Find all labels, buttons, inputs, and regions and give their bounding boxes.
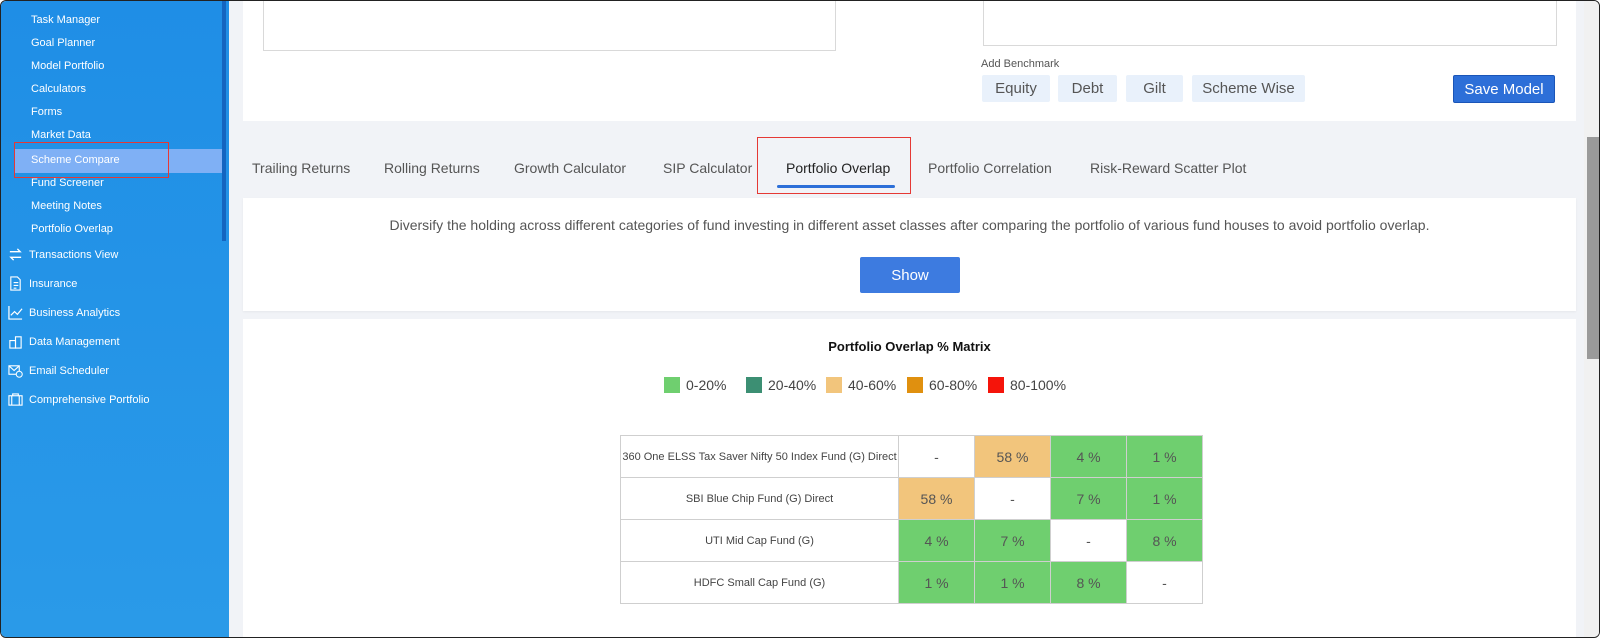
legend-item-60-80: 60-80%: [907, 377, 977, 393]
row-label: UTI Mid Cap Fund (G): [620, 519, 899, 562]
row-label: SBI Blue Chip Fund (G) Direct: [620, 477, 899, 520]
sidebar-item-label: Email Scheduler: [29, 364, 110, 377]
sidebar-item-task-manager[interactable]: Task Manager: [31, 14, 100, 26]
legend-label: 0-20%: [686, 377, 727, 393]
sidebar-item-market-data[interactable]: Market Data: [31, 129, 91, 141]
legend-item-0-20: 0-20%: [664, 377, 726, 393]
tab-trailing-returns[interactable]: Trailing Returns: [252, 160, 350, 176]
highlight-box-scheme-compare: [14, 142, 169, 178]
benchmark-debt-button[interactable]: Debt: [1058, 75, 1117, 102]
sidebar-item-forms[interactable]: Forms: [31, 106, 62, 118]
legend-swatch: [826, 377, 842, 393]
tab-growth-calculator[interactable]: Growth Calculator: [514, 160, 626, 176]
transfer-icon: [9, 248, 22, 261]
row-label: 360 One ELSS Tax Saver Nifty 50 Index Fu…: [620, 435, 899, 478]
matrix-cell: 58 %: [898, 477, 975, 520]
tab-sip-calculator[interactable]: SIP Calculator: [663, 160, 752, 176]
table-row: UTI Mid Cap Fund (G) 4 % 7 % - 8 %: [620, 519, 1203, 562]
sidebar-item-label: Transactions View: [29, 248, 119, 261]
matrix-cell: -: [974, 477, 1051, 520]
show-button[interactable]: Show: [860, 257, 960, 293]
sidebar-item-label: Insurance: [29, 277, 78, 290]
sidebar: Task Manager Goal Planner Model Portfoli…: [1, 1, 229, 637]
matrix-cell: 1 %: [898, 561, 975, 604]
sidebar-item-insurance[interactable]: Insurance: [8, 276, 77, 291]
legend-label: 40-60%: [848, 377, 897, 393]
overlap-matrix-card: Portfolio Overlap % Matrix 0-20% 20-40% …: [243, 319, 1576, 637]
sidebar-item-comprehensive-portfolio[interactable]: Comprehensive Portfolio: [8, 392, 149, 407]
row-label: HDFC Small Cap Fund (G): [620, 561, 899, 604]
sidebar-item-model-portfolio[interactable]: Model Portfolio: [31, 60, 104, 72]
sidebar-item-goal-planner[interactable]: Goal Planner: [31, 37, 95, 49]
matrix-cell: -: [898, 435, 975, 478]
sidebar-item-business-analytics[interactable]: Business Analytics: [8, 305, 120, 320]
app-frame: Task Manager Goal Planner Model Portfoli…: [0, 0, 1600, 638]
document-icon: [10, 276, 21, 291]
overlap-matrix-table: 360 One ELSS Tax Saver Nifty 50 Index Fu…: [620, 435, 1203, 604]
matrix-cell: 7 %: [974, 519, 1051, 562]
matrix-title: Portfolio Overlap % Matrix: [828, 339, 991, 354]
legend-swatch: [746, 377, 762, 393]
add-benchmark-label: Add Benchmark: [981, 58, 1060, 70]
table-row: 360 One ELSS Tax Saver Nifty 50 Index Fu…: [620, 435, 1203, 478]
sidebar-item-label: Data Management: [29, 335, 120, 348]
matrix-cell: 8 %: [1126, 519, 1203, 562]
matrix-cell: 1 %: [1126, 435, 1203, 478]
legend-swatch: [907, 377, 923, 393]
legend-item-80-100: 80-100%: [988, 377, 1066, 393]
overlap-description-card: Diversify the holding across different c…: [243, 198, 1576, 311]
benchmark-scheme-wise-button[interactable]: Scheme Wise: [1192, 75, 1305, 102]
legend-label: 20-40%: [768, 377, 817, 393]
email-clock-icon: [8, 365, 23, 378]
matrix-cell: 4 %: [1050, 435, 1127, 478]
legend-label: 80-100%: [1010, 377, 1067, 393]
tab-portfolio-correlation[interactable]: Portfolio Correlation: [928, 160, 1052, 176]
sidebar-item-transactions-view[interactable]: Transactions View: [8, 247, 118, 262]
table-row: SBI Blue Chip Fund (G) Direct 58 % - 7 %…: [620, 477, 1203, 520]
main-scrollbar-thumb[interactable]: [1587, 137, 1599, 359]
sidebar-item-meeting-notes[interactable]: Meeting Notes: [31, 200, 102, 212]
matrix-cell: -: [1050, 519, 1127, 562]
sidebar-item-calculators[interactable]: Calculators: [31, 83, 86, 95]
table-row: HDFC Small Cap Fund (G) 1 % 1 % 8 % -: [620, 561, 1203, 604]
legend-label: 60-80%: [929, 377, 978, 393]
matrix-cell: 1 %: [974, 561, 1051, 604]
line-chart-icon: [8, 305, 23, 320]
sidebar-scrollbar[interactable]: [222, 1, 226, 241]
matrix-cell: 7 %: [1050, 477, 1127, 520]
tab-rolling-returns[interactable]: Rolling Returns: [384, 160, 480, 176]
matrix-cell: 1 %: [1126, 477, 1203, 520]
sidebar-item-email-scheduler[interactable]: Email Scheduler: [8, 363, 109, 378]
sidebar-item-label: Comprehensive Portfolio: [29, 393, 150, 406]
matrix-cell: 4 %: [898, 519, 975, 562]
matrix-cell: 8 %: [1050, 561, 1127, 604]
tab-risk-reward-scatter-plot[interactable]: Risk-Reward Scatter Plot: [1090, 160, 1246, 176]
save-model-button[interactable]: Save Model: [1453, 75, 1555, 103]
matrix-cell: 58 %: [974, 435, 1051, 478]
benchmark-gilt-button[interactable]: Gilt: [1126, 75, 1183, 102]
legend-item-20-40: 20-40%: [746, 377, 816, 393]
legend-item-40-60: 40-60%: [826, 377, 896, 393]
legend-swatch: [988, 377, 1004, 393]
sidebar-item-data-management[interactable]: Data Management: [8, 334, 120, 349]
model-textarea-right[interactable]: [983, 1, 1557, 46]
database-icon: [9, 336, 22, 349]
highlight-box-portfolio-overlap: [757, 137, 911, 194]
briefcase-icon: [8, 393, 23, 406]
matrix-cell: -: [1126, 561, 1203, 604]
legend-swatch: [664, 377, 680, 393]
benchmark-equity-button[interactable]: Equity: [982, 75, 1050, 102]
sidebar-item-label: Business Analytics: [29, 306, 121, 319]
model-textarea-left[interactable]: [263, 1, 836, 51]
overlap-description-text: Diversify the holding across different c…: [389, 217, 1430, 233]
sidebar-item-portfolio-overlap[interactable]: Portfolio Overlap: [31, 223, 113, 235]
sidebar-item-fund-screener[interactable]: Fund Screener: [31, 177, 104, 189]
